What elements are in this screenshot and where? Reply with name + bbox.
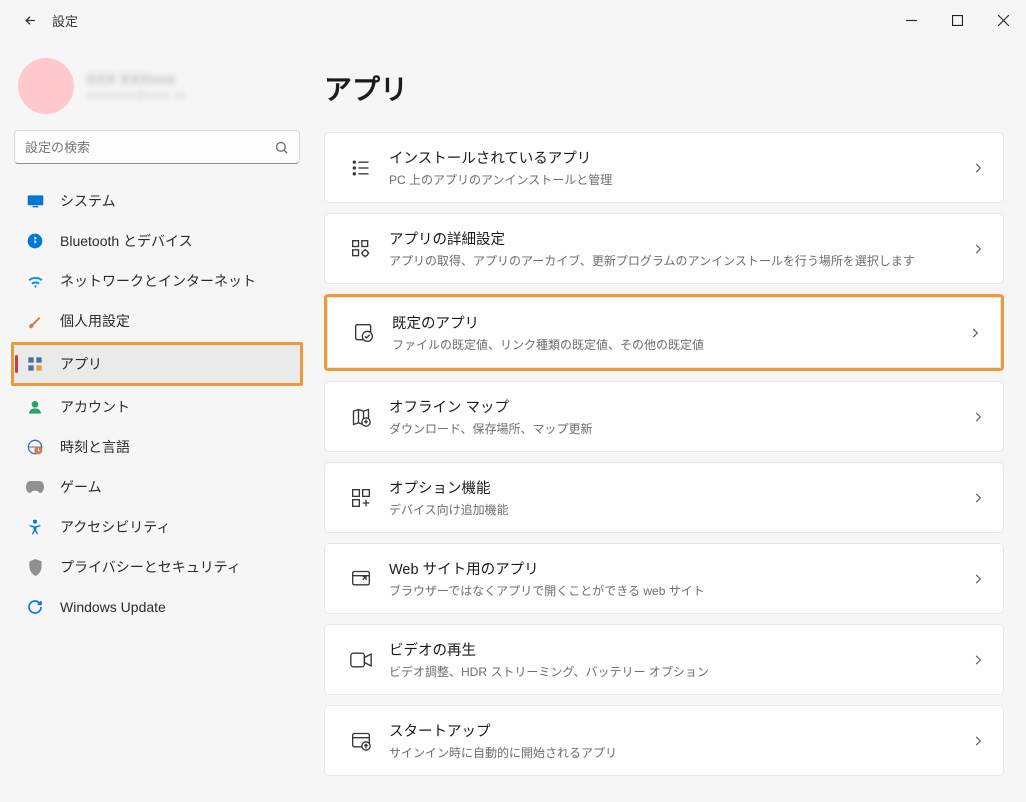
chevron-right-icon (971, 572, 985, 586)
back-button[interactable] (16, 6, 44, 34)
titlebar: 設定 (0, 0, 1026, 40)
card-title: スタートアップ (389, 720, 971, 741)
sidebar-item-gaming[interactable]: ゲーム (14, 468, 300, 506)
accessibility-icon (24, 519, 46, 535)
shield-icon (24, 559, 46, 576)
search-icon (274, 140, 289, 155)
person-icon (24, 399, 46, 415)
card-title: オフライン マップ (389, 396, 971, 417)
card-sub: ビデオ調整、HDR ストリーミング、バッテリー オプション (389, 663, 971, 680)
maximize-button[interactable] (934, 0, 980, 40)
card-sub: ブラウザーではなくアプリで開くことができる web サイト (389, 582, 971, 599)
gamepad-icon (24, 480, 46, 494)
card-title: Web サイト用のアプリ (389, 558, 971, 579)
sidebar-item-windows-update[interactable]: Windows Update (14, 588, 300, 626)
search-box[interactable] (14, 130, 300, 164)
sidebar-item-label: システム (60, 191, 116, 211)
card-sub: デバイス向け追加機能 (389, 501, 971, 518)
chevron-right-icon (971, 734, 985, 748)
sidebar-item-label: アクセシビリティ (60, 517, 170, 537)
minimize-button[interactable] (888, 0, 934, 40)
sidebar-item-label: アカウント (60, 397, 130, 417)
account-email: xxxxxxxx@xxxx.xx (86, 88, 186, 102)
close-button[interactable] (980, 0, 1026, 40)
sidebar-item-time-language[interactable]: 時刻と言語 (14, 428, 300, 466)
card-title: ビデオの再生 (389, 639, 971, 660)
globe-clock-icon (24, 439, 46, 455)
card-sub: ファイルの既定値、リンク種類の既定値、その他の既定値 (392, 336, 968, 353)
card-optional-features[interactable]: オプション機能デバイス向け追加機能 (324, 462, 1004, 533)
chevron-right-icon (968, 326, 982, 340)
sidebar-item-privacy[interactable]: プライバシーとセキュリティ (14, 548, 300, 586)
account-block[interactable]: XXX XXXxxx xxxxxxxx@xxxx.xx (14, 58, 300, 114)
sidebar-item-label: ゲーム (60, 477, 102, 497)
account-name: XXX XXXxxx (86, 71, 186, 88)
sidebar-item-accounts[interactable]: アカウント (14, 388, 300, 426)
bluetooth-icon (24, 233, 46, 249)
sidebar-item-personalization[interactable]: 個人用設定 (14, 302, 300, 340)
page-title: アプリ (324, 68, 1004, 108)
map-download-icon (343, 407, 379, 427)
grid-plus-icon (343, 488, 379, 508)
window-controls (888, 0, 1026, 40)
update-icon (24, 599, 46, 615)
card-sub: アプリの取得、アプリのアーカイブ、更新プログラムのアンインストールを行う場所を選… (389, 252, 971, 269)
sidebar-nav: システム Bluetooth とデバイス ネットワークとインターネット 個人用設… (14, 182, 300, 626)
avatar (18, 58, 74, 114)
sidebar-item-label: アプリ (60, 354, 102, 374)
chevron-right-icon (971, 161, 985, 175)
card-apps-for-websites[interactable]: Web サイト用のアプリブラウザーではなくアプリで開くことができる web サイ… (324, 543, 1004, 614)
chevron-right-icon (971, 491, 985, 505)
highlight-sidebar-apps: アプリ (11, 342, 303, 386)
sidebar-item-label: プライバシーとセキュリティ (60, 557, 241, 577)
sidebar-item-apps[interactable]: アプリ (14, 345, 300, 383)
card-startup[interactable]: スタートアップサインイン時に自動的に開始されるアプリ (324, 705, 1004, 776)
chevron-right-icon (971, 653, 985, 667)
window-arrow-icon (343, 731, 379, 751)
main-content: アプリ インストールされているアプリ PC 上のアプリのアンインストールと管理 ア… (314, 40, 1026, 802)
chevron-right-icon (971, 242, 985, 256)
apps-icon (24, 356, 46, 372)
card-title: インストールされているアプリ (389, 147, 971, 168)
card-installed-apps[interactable]: インストールされているアプリ PC 上のアプリのアンインストールと管理 (324, 132, 1004, 203)
chevron-right-icon (971, 410, 985, 424)
card-title: オプション機能 (389, 477, 971, 498)
sidebar-item-label: 個人用設定 (60, 311, 130, 331)
wifi-icon (24, 274, 46, 288)
sidebar: XXX XXXxxx xxxxxxxx@xxxx.xx システム Bluetoo… (0, 40, 314, 802)
app-check-icon (346, 323, 382, 343)
sidebar-item-bluetooth[interactable]: Bluetooth とデバイス (14, 222, 300, 260)
card-advanced-app-settings[interactable]: アプリの詳細設定アプリの取得、アプリのアーカイブ、更新プログラムのアンインストー… (324, 213, 1004, 284)
sidebar-item-label: Windows Update (60, 599, 166, 615)
card-title: 既定のアプリ (392, 312, 968, 333)
monitor-icon (24, 194, 46, 208)
highlight-default-apps: 既定のアプリファイルの既定値、リンク種類の既定値、その他の既定値 (324, 294, 1004, 371)
window-title: 設定 (52, 11, 78, 30)
sidebar-item-label: ネットワークとインターネット (60, 271, 256, 291)
app-gear-icon (343, 239, 379, 259)
sidebar-item-system[interactable]: システム (14, 182, 300, 220)
brush-icon (24, 313, 46, 329)
card-title: アプリの詳細設定 (389, 228, 971, 249)
video-icon (343, 652, 379, 668)
window-link-icon (343, 569, 379, 589)
card-video-playback[interactable]: ビデオの再生ビデオ調整、HDR ストリーミング、バッテリー オプション (324, 624, 1004, 695)
list-icon (343, 158, 379, 178)
card-default-apps[interactable]: 既定のアプリファイルの既定値、リンク種類の既定値、その他の既定値 (327, 297, 1001, 368)
sidebar-item-accessibility[interactable]: アクセシビリティ (14, 508, 300, 546)
sidebar-item-label: Bluetooth とデバイス (60, 231, 193, 251)
search-input[interactable] (25, 140, 274, 155)
sidebar-item-label: 時刻と言語 (60, 437, 130, 457)
card-sub: PC 上のアプリのアンインストールと管理 (389, 171, 971, 188)
card-sub: ダウンロード、保存場所、マップ更新 (389, 420, 971, 437)
sidebar-item-network[interactable]: ネットワークとインターネット (14, 262, 300, 300)
card-sub: サインイン時に自動的に開始されるアプリ (389, 744, 971, 761)
card-offline-maps[interactable]: オフライン マップダウンロード、保存場所、マップ更新 (324, 381, 1004, 452)
